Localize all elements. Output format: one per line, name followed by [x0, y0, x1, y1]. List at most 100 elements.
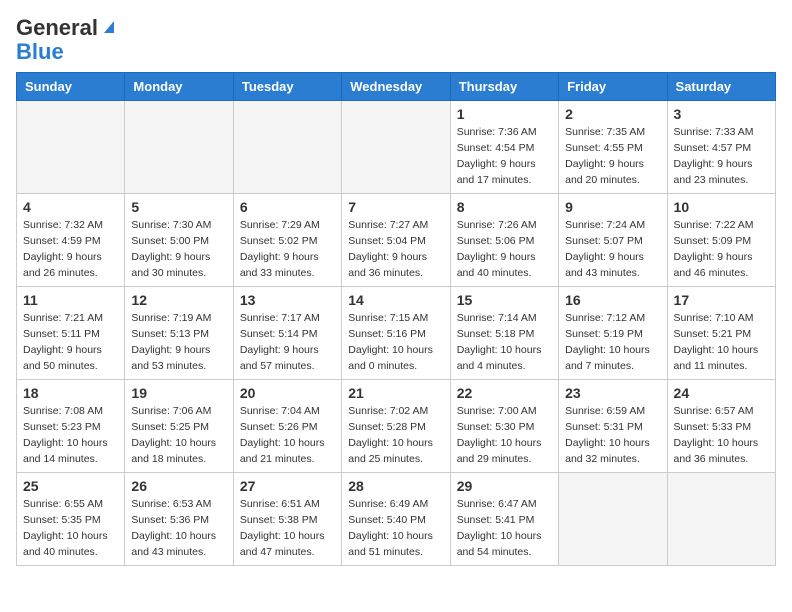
day-number: 23 — [565, 385, 660, 401]
calendar-cell: 10 Sunrise: 7:22 AM Sunset: 5:09 PM Dayli… — [667, 194, 775, 287]
day-info: Sunrise: 6:53 AM Sunset: 5:36 PM Dayligh… — [131, 497, 226, 560]
day-number: 21 — [348, 385, 443, 401]
day-info: Sunrise: 7:15 AM Sunset: 5:16 PM Dayligh… — [348, 311, 443, 374]
day-info: Sunrise: 6:47 AM Sunset: 5:41 PM Dayligh… — [457, 497, 552, 560]
calendar-cell: 2 Sunrise: 7:35 AM Sunset: 4:55 PM Daylig… — [559, 101, 667, 194]
logo-icon — [100, 17, 118, 35]
calendar-cell — [559, 473, 667, 566]
day-number: 13 — [240, 292, 335, 308]
calendar-cell: 27 Sunrise: 6:51 AM Sunset: 5:38 PM Dayli… — [233, 473, 341, 566]
day-number: 10 — [674, 199, 769, 215]
day-info: Sunrise: 6:59 AM Sunset: 5:31 PM Dayligh… — [565, 404, 660, 467]
calendar-cell: 17Sunrise: 7:10 AM Sunset: 5:21 PM Dayli… — [667, 287, 775, 380]
day-info: Sunrise: 7:04 AM Sunset: 5:26 PM Dayligh… — [240, 404, 335, 467]
calendar-cell — [125, 101, 233, 194]
day-info: Sunrise: 7:27 AM Sunset: 5:04 PM Dayligh… — [348, 218, 443, 281]
day-number: 17 — [674, 292, 769, 308]
day-number: 3 — [674, 106, 769, 122]
day-info: Sunrise: 7:22 AM Sunset: 5:09 PM Dayligh… — [674, 218, 769, 281]
day-number: 9 — [565, 199, 660, 215]
weekday-header: Sunday — [17, 73, 125, 101]
calendar-cell — [17, 101, 125, 194]
calendar-cell: 22Sunrise: 7:00 AM Sunset: 5:30 PM Dayli… — [450, 380, 558, 473]
day-number: 16 — [565, 292, 660, 308]
calendar-cell: 5 Sunrise: 7:30 AM Sunset: 5:00 PM Daylig… — [125, 194, 233, 287]
day-info: Sunrise: 7:33 AM Sunset: 4:57 PM Dayligh… — [674, 125, 769, 188]
day-number: 5 — [131, 199, 226, 215]
day-info: Sunrise: 6:51 AM Sunset: 5:38 PM Dayligh… — [240, 497, 335, 560]
weekday-header: Tuesday — [233, 73, 341, 101]
calendar-cell: 15 Sunrise: 7:14 AM Sunset: 5:18 PM Dayli… — [450, 287, 558, 380]
day-number: 22 — [457, 385, 552, 401]
calendar-cell: 8 Sunrise: 7:26 AM Sunset: 5:06 PM Daylig… — [450, 194, 558, 287]
weekday-header: Monday — [125, 73, 233, 101]
logo-blue-text: Blue — [16, 39, 64, 64]
day-info: Sunrise: 7:36 AM Sunset: 4:54 PM Dayligh… — [457, 125, 552, 188]
calendar-table: SundayMondayTuesdayWednesdayThursdayFrid… — [16, 72, 776, 566]
day-number: 8 — [457, 199, 552, 215]
day-number: 28 — [348, 478, 443, 494]
calendar-cell: 11 Sunrise: 7:21 AM Sunset: 5:11 PM Dayli… — [17, 287, 125, 380]
day-number: 25 — [23, 478, 118, 494]
calendar-cell: 7 Sunrise: 7:27 AM Sunset: 5:04 PM Daylig… — [342, 194, 450, 287]
day-info: Sunrise: 7:29 AM Sunset: 5:02 PM Dayligh… — [240, 218, 335, 281]
calendar-cell: 25Sunrise: 6:55 AM Sunset: 5:35 PM Dayli… — [17, 473, 125, 566]
day-info: Sunrise: 7:12 AM Sunset: 5:19 PM Dayligh… — [565, 311, 660, 374]
calendar-cell: 1Sunrise: 7:36 AM Sunset: 4:54 PM Daylig… — [450, 101, 558, 194]
weekday-header: Thursday — [450, 73, 558, 101]
page-header: General Blue — [16, 16, 776, 64]
day-number: 20 — [240, 385, 335, 401]
calendar-cell: 13 Sunrise: 7:17 AM Sunset: 5:14 PM Dayli… — [233, 287, 341, 380]
calendar-cell — [667, 473, 775, 566]
calendar-cell: 19Sunrise: 7:06 AM Sunset: 5:25 PM Dayli… — [125, 380, 233, 473]
calendar-week-row: 1Sunrise: 7:36 AM Sunset: 4:54 PM Daylig… — [17, 101, 776, 194]
day-info: Sunrise: 7:02 AM Sunset: 5:28 PM Dayligh… — [348, 404, 443, 467]
day-info: Sunrise: 7:21 AM Sunset: 5:11 PM Dayligh… — [23, 311, 118, 374]
day-number: 27 — [240, 478, 335, 494]
day-number: 12 — [131, 292, 226, 308]
calendar-cell — [233, 101, 341, 194]
calendar-cell: 24Sunrise: 6:57 AM Sunset: 5:33 PM Dayli… — [667, 380, 775, 473]
day-info: Sunrise: 7:35 AM Sunset: 4:55 PM Dayligh… — [565, 125, 660, 188]
day-number: 15 — [457, 292, 552, 308]
day-number: 4 — [23, 199, 118, 215]
day-number: 19 — [131, 385, 226, 401]
day-info: Sunrise: 7:24 AM Sunset: 5:07 PM Dayligh… — [565, 218, 660, 281]
day-info: Sunrise: 7:17 AM Sunset: 5:14 PM Dayligh… — [240, 311, 335, 374]
calendar-week-row: 11 Sunrise: 7:21 AM Sunset: 5:11 PM Dayli… — [17, 287, 776, 380]
logo: General Blue — [16, 16, 118, 64]
weekday-header-row: SundayMondayTuesdayWednesdayThursdayFrid… — [17, 73, 776, 101]
calendar-cell: 28 Sunrise: 6:49 AM Sunset: 5:40 PM Dayli… — [342, 473, 450, 566]
day-number: 2 — [565, 106, 660, 122]
day-info: Sunrise: 7:14 AM Sunset: 5:18 PM Dayligh… — [457, 311, 552, 374]
day-number: 11 — [23, 292, 118, 308]
day-info: Sunrise: 6:49 AM Sunset: 5:40 PM Dayligh… — [348, 497, 443, 560]
day-info: Sunrise: 6:57 AM Sunset: 5:33 PM Dayligh… — [674, 404, 769, 467]
weekday-header: Saturday — [667, 73, 775, 101]
logo-text: General — [16, 16, 98, 40]
calendar-week-row: 18 Sunrise: 7:08 AM Sunset: 5:23 PM Dayli… — [17, 380, 776, 473]
calendar-cell: 3 Sunrise: 7:33 AM Sunset: 4:57 PM Daylig… — [667, 101, 775, 194]
day-number: 29 — [457, 478, 552, 494]
calendar-cell: 29 Sunrise: 6:47 AM Sunset: 5:41 PM Dayli… — [450, 473, 558, 566]
day-number: 26 — [131, 478, 226, 494]
day-number: 7 — [348, 199, 443, 215]
calendar-cell: 21 Sunrise: 7:02 AM Sunset: 5:28 PM Dayli… — [342, 380, 450, 473]
calendar-cell: 20 Sunrise: 7:04 AM Sunset: 5:26 PM Dayli… — [233, 380, 341, 473]
calendar-cell: 4 Sunrise: 7:32 AM Sunset: 4:59 PM Daylig… — [17, 194, 125, 287]
day-number: 18 — [23, 385, 118, 401]
day-number: 14 — [348, 292, 443, 308]
calendar-cell: 14 Sunrise: 7:15 AM Sunset: 5:16 PM Dayli… — [342, 287, 450, 380]
weekday-header: Friday — [559, 73, 667, 101]
calendar-cell: 26 Sunrise: 6:53 AM Sunset: 5:36 PM Dayli… — [125, 473, 233, 566]
calendar-cell: 12Sunrise: 7:19 AM Sunset: 5:13 PM Dayli… — [125, 287, 233, 380]
day-info: Sunrise: 7:30 AM Sunset: 5:00 PM Dayligh… — [131, 218, 226, 281]
day-info: Sunrise: 7:32 AM Sunset: 4:59 PM Dayligh… — [23, 218, 118, 281]
day-info: Sunrise: 7:26 AM Sunset: 5:06 PM Dayligh… — [457, 218, 552, 281]
calendar-cell: 16 Sunrise: 7:12 AM Sunset: 5:19 PM Dayli… — [559, 287, 667, 380]
day-number: 6 — [240, 199, 335, 215]
calendar-week-row: 25Sunrise: 6:55 AM Sunset: 5:35 PM Dayli… — [17, 473, 776, 566]
calendar-week-row: 4 Sunrise: 7:32 AM Sunset: 4:59 PM Daylig… — [17, 194, 776, 287]
calendar-cell: 23 Sunrise: 6:59 AM Sunset: 5:31 PM Dayli… — [559, 380, 667, 473]
day-info: Sunrise: 7:08 AM Sunset: 5:23 PM Dayligh… — [23, 404, 118, 467]
